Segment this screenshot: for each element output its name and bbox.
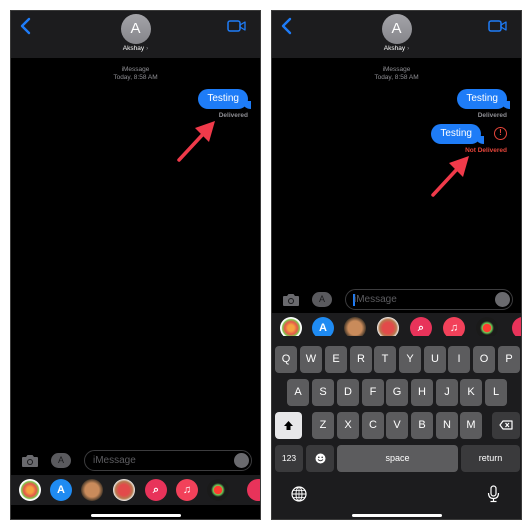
contact-name-link[interactable]: Akshay › (11, 45, 260, 52)
phone-screen-delivered: A Akshay › iMessage Today, 8:58 AM Testin… (10, 10, 261, 520)
emoji-key[interactable] (306, 445, 334, 472)
conversation-meta: iMessage Today, 8:58 AM (11, 66, 260, 82)
phone-screen-not-delivered: A Akshay › iMessage Today, 8:58 AM Testin… (271, 10, 522, 520)
app-store-icon[interactable]: A (312, 292, 332, 307)
key-s[interactable]: S (312, 379, 334, 406)
key-y[interactable]: Y (399, 346, 421, 373)
conversation-meta: iMessage Today, 8:58 AM (272, 66, 521, 82)
contact-name-link[interactable]: Akshay › (272, 45, 521, 52)
shift-key[interactable] (275, 412, 302, 439)
waveform-icon[interactable] (234, 453, 249, 468)
message-bubble-failed[interactable]: Testing (431, 124, 484, 144)
key-i[interactable]: I (448, 346, 470, 373)
space-key[interactable]: space (337, 445, 458, 472)
app-store-icon[interactable]: A (51, 453, 71, 468)
key-a[interactable]: A (287, 379, 309, 406)
camera-icon[interactable] (282, 293, 300, 307)
emoji-icon (315, 453, 325, 464)
key-g[interactable]: G (386, 379, 408, 406)
key-d[interactable]: D (337, 379, 359, 406)
video-camera-icon[interactable] (227, 20, 246, 32)
home-indicator[interactable] (351, 514, 442, 517)
key-p[interactable]: P (498, 346, 520, 373)
delete-key[interactable] (492, 412, 520, 439)
annotation-arrow (431, 156, 469, 197)
delivery-status: Delivered (218, 112, 248, 119)
conversation-header: A Akshay › (272, 11, 521, 58)
key-u[interactable]: U (424, 346, 446, 373)
contact-name: Akshay (383, 45, 406, 52)
app-drawer: A ⌕ ♫ (11, 475, 260, 505)
key-r[interactable]: R (350, 346, 372, 373)
service-label: iMessage (382, 66, 411, 73)
message-bubble-sent[interactable]: Testing (198, 89, 251, 109)
message-field[interactable] (84, 450, 252, 471)
message-input-bar: A (11, 448, 260, 474)
annotation-arrow (177, 121, 215, 162)
key-j[interactable]: J (436, 379, 458, 406)
memoji-app-icon[interactable] (81, 479, 103, 501)
key-x[interactable]: X (337, 412, 359, 439)
timestamp: Today, 8:58 AM (113, 74, 158, 81)
activity-app-icon[interactable] (207, 479, 229, 501)
memoji-stickers-app-icon[interactable] (113, 479, 135, 501)
key-q[interactable]: Q (275, 346, 297, 373)
contact-avatar[interactable]: A (381, 14, 412, 44)
key-l[interactable]: L (485, 379, 507, 406)
key-c[interactable]: C (362, 412, 384, 439)
digital-touch-app-icon[interactable] (247, 479, 260, 501)
message-input[interactable] (354, 290, 484, 309)
key-k[interactable]: K (460, 379, 482, 406)
key-n[interactable]: N (436, 412, 458, 439)
waveform-icon[interactable] (495, 292, 510, 307)
home-indicator[interactable] (90, 514, 181, 517)
key-o[interactable]: O (473, 346, 495, 373)
numbers-key[interactable]: 123 (275, 445, 303, 472)
conversation-header: A Akshay › (11, 11, 260, 58)
contact-name: Akshay (122, 45, 145, 52)
message-input[interactable] (93, 451, 223, 470)
key-m[interactable]: M (460, 412, 482, 439)
contact-avatar[interactable]: A (120, 14, 151, 44)
chevron-right-icon: › (146, 45, 149, 52)
music-app-icon[interactable]: ♫ (176, 479, 198, 501)
keyboard: Q W E R T Y U I O P A S D F G H J K L Z … (272, 336, 521, 519)
photos-app-icon[interactable] (19, 479, 41, 501)
chevron-left-icon[interactable] (280, 17, 294, 35)
key-z[interactable]: Z (312, 412, 334, 439)
key-h[interactable]: H (411, 379, 433, 406)
error-alert-icon[interactable]: ! (494, 127, 507, 140)
video-camera-icon[interactable] (488, 20, 507, 32)
key-e[interactable]: E (325, 346, 347, 373)
app-store-app-icon[interactable]: A (50, 479, 72, 501)
message-bubble-sent[interactable]: Testing (457, 89, 510, 109)
image-search-app-icon[interactable]: ⌕ (145, 479, 167, 501)
message-input-bar: A (272, 287, 521, 313)
key-w[interactable]: W (300, 346, 322, 373)
microphone-icon[interactable] (487, 485, 500, 503)
delete-backward-icon (499, 420, 513, 430)
chevron-left-icon[interactable] (19, 17, 33, 35)
globe-icon[interactable] (291, 486, 307, 502)
message-field[interactable] (345, 289, 513, 310)
service-label: iMessage (121, 66, 150, 73)
key-t[interactable]: T (374, 346, 396, 373)
timestamp: Today, 8:58 AM (374, 74, 419, 81)
key-b[interactable]: B (411, 412, 433, 439)
key-f[interactable]: F (362, 379, 384, 406)
delivery-status: Delivered (477, 112, 507, 119)
chevron-right-icon: › (407, 45, 410, 52)
key-v[interactable]: V (386, 412, 408, 439)
return-key[interactable]: return (461, 445, 520, 472)
camera-icon[interactable] (21, 454, 39, 468)
shift-icon (284, 421, 293, 430)
